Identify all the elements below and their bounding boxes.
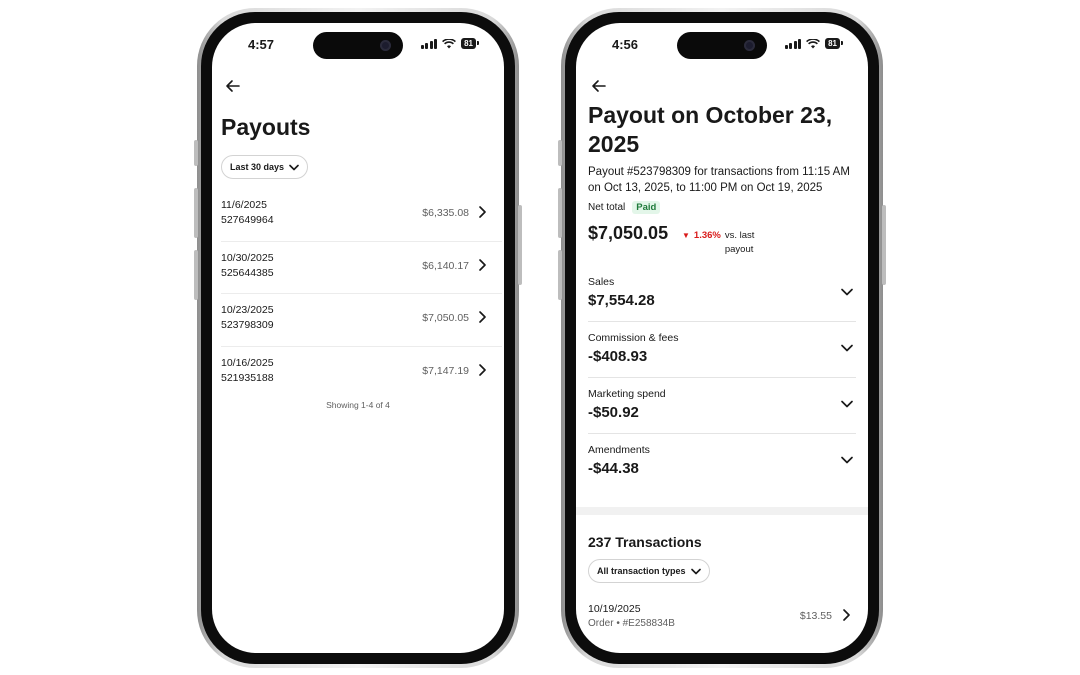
payout-date: 10/16/2025 xyxy=(221,356,274,369)
camera-icon xyxy=(380,40,391,51)
phone-right: 4:56 81 Payout on October 23, 2025 Payou… xyxy=(561,8,883,668)
payout-id: 525644385 xyxy=(221,266,274,279)
payout-amount: $7,050.05 xyxy=(422,312,469,324)
payout-description: Payout #523798309 for transactions from … xyxy=(588,166,850,194)
showing-count: Showing 1-4 of 4 xyxy=(326,400,390,410)
chevron-down-icon xyxy=(841,344,853,352)
net-total-label: Net total xyxy=(588,202,626,213)
breakdown-row-amendments[interactable]: Amendments -$44.38 xyxy=(588,434,856,490)
change-percent: 1.36% xyxy=(693,230,721,241)
status-badge: Paid xyxy=(632,201,661,214)
dynamic-island xyxy=(313,32,403,59)
payout-date: 10/23/2025 xyxy=(221,304,274,316)
breakdown-value: $7,554.28 xyxy=(588,292,655,309)
dynamic-island xyxy=(677,32,767,59)
breakdown-value: -$44.38 xyxy=(588,460,639,477)
payout-amount: $6,335.08 xyxy=(422,207,469,219)
breakdown-value: -$408.93 xyxy=(588,348,648,365)
payout-row[interactable]: 10/23/2025 523798309 $7,050.05 xyxy=(221,294,502,347)
transaction-type-label: All transaction types xyxy=(597,566,686,576)
back-arrow-icon[interactable] xyxy=(588,75,610,97)
chevron-down-icon xyxy=(841,456,853,464)
chevron-down-icon xyxy=(841,400,853,408)
action-button xyxy=(558,140,562,166)
status-time: 4:57 xyxy=(248,37,275,52)
phone-left: 4:57 81 Payouts Last 30 days 11/6/2025 5… xyxy=(197,8,519,668)
breakdown-row-marketing[interactable]: Marketing spend -$50.92 xyxy=(588,378,856,434)
payout-list: 11/6/2025 527649964 $6,335.08 10/30/2025… xyxy=(221,189,502,399)
wifi-icon xyxy=(806,38,821,48)
payout-amount: $6,140.17 xyxy=(422,259,469,272)
transaction-subtitle: Order • #E258834B xyxy=(588,618,675,629)
change-indicator: ▼ 1.36% vs. last payout xyxy=(682,230,767,257)
power-button xyxy=(882,205,886,285)
chevron-down-icon xyxy=(690,568,701,574)
battery-icon: 81 xyxy=(461,38,479,49)
chevron-right-icon xyxy=(479,363,486,376)
signal-icon xyxy=(420,38,438,49)
chevron-down-icon xyxy=(289,164,299,170)
payout-id: 523798309 xyxy=(221,319,274,331)
payout-detail-screen: 4:56 81 Payout on October 23, 2025 Payou… xyxy=(576,23,868,653)
status-bar: 4:57 81 xyxy=(212,23,504,67)
payout-date: 11/6/2025 xyxy=(221,199,267,211)
payout-id: 521935188 xyxy=(221,371,274,384)
breakdown-row-commission[interactable]: Commission & fees -$408.93 xyxy=(588,322,856,378)
chevron-right-icon xyxy=(479,258,486,271)
payout-row[interactable]: 11/6/2025 527649964 $6,335.08 xyxy=(221,189,502,242)
payout-id: 527649964 xyxy=(221,214,274,226)
back-arrow-icon[interactable] xyxy=(222,75,244,97)
breakdown-row-sales[interactable]: Sales $7,554.28 xyxy=(588,266,856,322)
breakdown-value: -$50.92 xyxy=(588,404,639,421)
payouts-screen: 4:57 81 Payouts Last 30 days 11/6/2025 5… xyxy=(212,23,504,653)
page-title: Payouts xyxy=(221,114,311,140)
breakdown-label: Sales xyxy=(588,276,615,288)
payout-row[interactable]: 10/16/2025 521935188 $7,147.19 xyxy=(221,347,502,400)
payout-date: 10/30/2025 xyxy=(221,251,274,264)
chevron-right-icon xyxy=(479,206,486,218)
transaction-date: 10/19/2025 xyxy=(588,603,641,615)
date-range-filter[interactable]: Last 30 days xyxy=(221,155,309,179)
stage: 4:57 81 Payouts Last 30 days 11/6/2025 5… xyxy=(0,0,1080,675)
transaction-row[interactable]: 10/19/2025 Order • #E258834B $13.55 xyxy=(588,603,856,643)
battery-icon: 81 xyxy=(825,38,843,49)
breakdown-label: Commission & fees xyxy=(588,332,679,344)
power-button xyxy=(518,205,522,285)
payout-row[interactable]: 10/30/2025 525644385 $6,140.17 xyxy=(221,242,502,294)
volume-up-button xyxy=(194,188,198,238)
volume-down-button xyxy=(558,250,562,300)
down-triangle-icon: ▼ xyxy=(682,231,690,240)
transaction-type-filter[interactable]: All transaction types xyxy=(588,559,710,583)
date-range-label: Last 30 days xyxy=(230,162,285,172)
net-total-amount: $7,050.05 xyxy=(588,223,669,243)
page-title: Payout on October 23, 2025 xyxy=(588,102,833,157)
section-divider xyxy=(576,507,868,515)
breakdown-label: Marketing spend xyxy=(588,388,666,400)
volume-down-button xyxy=(194,250,198,300)
volume-up-button xyxy=(558,188,562,238)
status-bar: 4:56 81 xyxy=(576,23,868,67)
chevron-down-icon xyxy=(841,288,853,296)
wifi-icon xyxy=(442,38,457,48)
payout-breakdown: Sales $7,554.28 Commission & fees -$408.… xyxy=(588,266,856,490)
breakdown-label: Amendments xyxy=(588,444,650,456)
chevron-right-icon xyxy=(843,609,850,621)
camera-icon xyxy=(744,40,755,51)
chevron-right-icon xyxy=(479,311,486,323)
payout-amount: $7,147.19 xyxy=(422,364,469,377)
action-button xyxy=(194,140,198,166)
signal-icon xyxy=(784,38,802,49)
change-suffix: vs. last payout xyxy=(724,230,755,255)
status-time: 4:56 xyxy=(612,37,639,52)
transaction-amount: $13.55 xyxy=(799,610,832,622)
transactions-heading: 237 Transactions xyxy=(588,534,702,550)
net-total-row: Net total Paid xyxy=(588,201,661,214)
